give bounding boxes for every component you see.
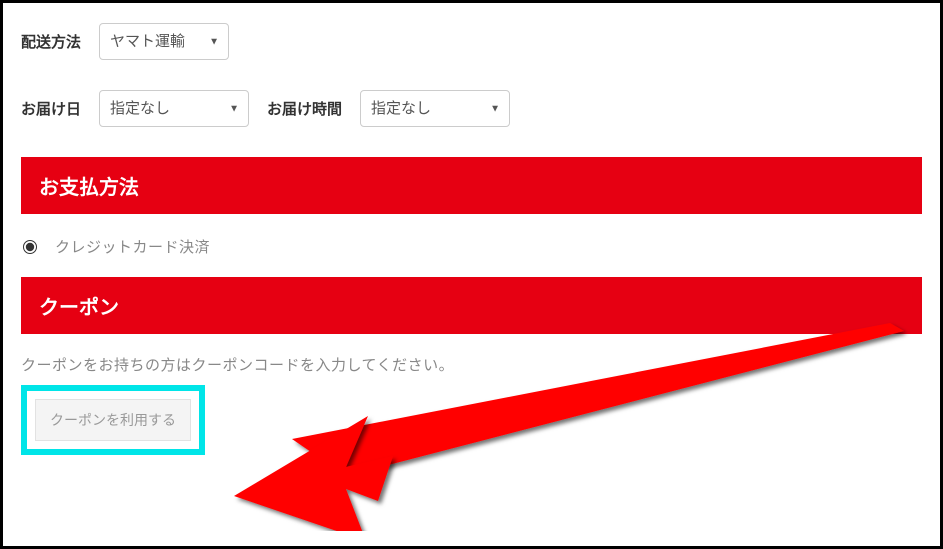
delivery-time-select[interactable]: 指定なし [360,90,510,127]
delivery-date-label: お届け日 [21,98,81,119]
delivery-row: お届け日 指定なし ▼ お届け時間 指定なし ▼ [21,90,922,127]
shipping-method-select[interactable]: ヤマト運輸 [99,23,229,60]
delivery-time-label: お届け時間 [267,98,342,119]
coupon-header: クーポン [21,277,922,334]
annotation-arrow-icon [228,321,928,531]
payment-option-row: クレジットカード決済 [21,236,922,257]
coupon-highlight-box: クーポンを利用する [21,385,205,455]
shipping-method-label: 配送方法 [21,31,81,52]
delivery-date-select[interactable]: 指定なし [99,90,249,127]
shipping-method-select-wrapper: ヤマト運輸 ▼ [99,23,229,60]
payment-radio-credit[interactable] [23,240,37,254]
delivery-time-select-wrapper: 指定なし ▼ [360,90,510,127]
coupon-instruction: クーポンをお持ちの方はクーポンコードを入力してください。 [21,354,922,375]
payment-header: お支払方法 [21,157,922,214]
shipping-method-row: 配送方法 ヤマト運輸 ▼ [21,23,922,60]
delivery-date-select-wrapper: 指定なし ▼ [99,90,249,127]
payment-option-label: クレジットカード決済 [55,236,210,257]
coupon-use-button[interactable]: クーポンを利用する [35,399,191,441]
